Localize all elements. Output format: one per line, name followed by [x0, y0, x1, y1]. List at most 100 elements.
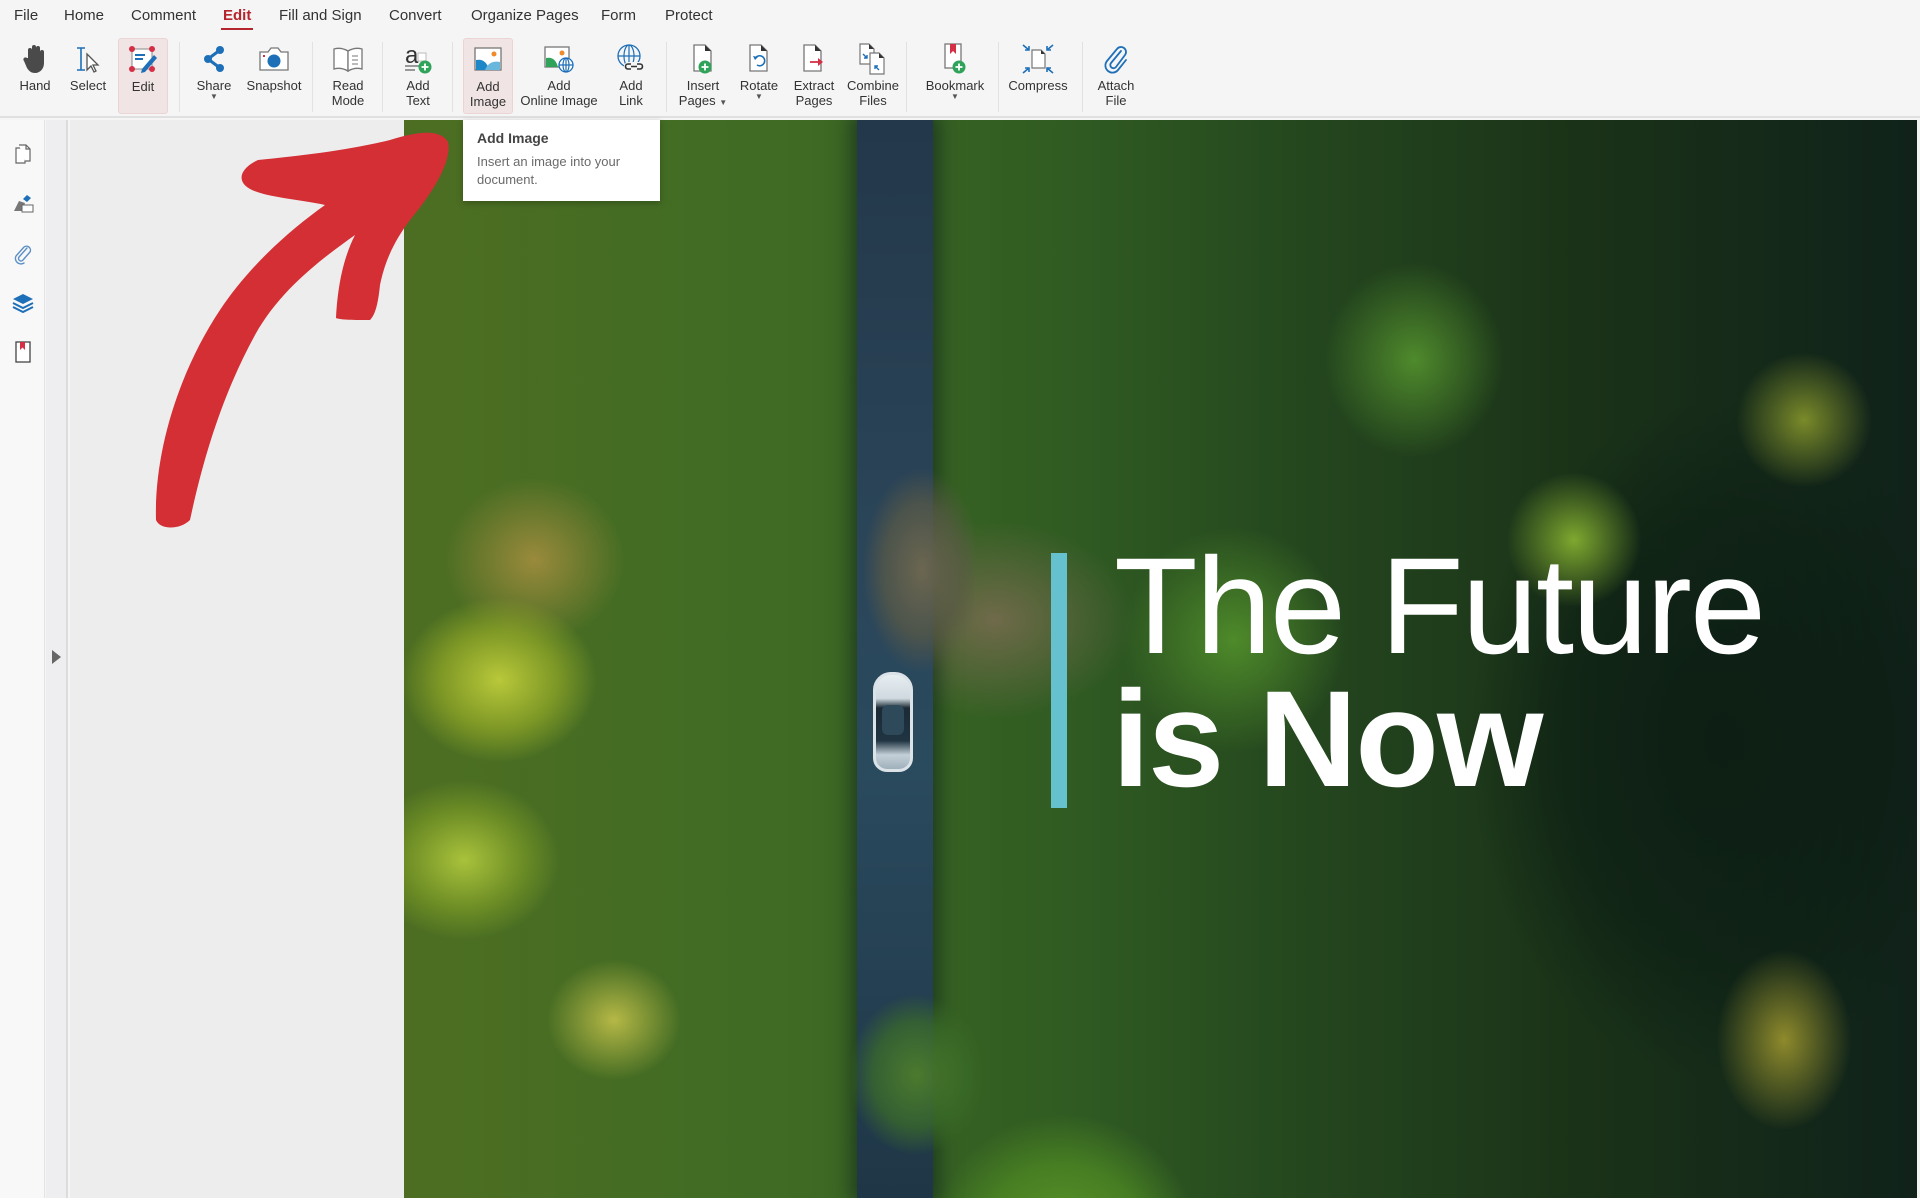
link-icon [613, 42, 649, 76]
tree-canopy [844, 450, 974, 690]
attach-file-button[interactable]: Attach File [1096, 38, 1136, 114]
menu-convert[interactable]: Convert [389, 7, 442, 24]
rotate-button[interactable]: Rotate ▼ [739, 38, 779, 114]
add-link-label-line2: Link [619, 93, 643, 108]
ribbon-separator [452, 42, 453, 112]
edit-pen-icon [125, 43, 161, 77]
add-text-label-line2: Text [406, 93, 430, 108]
ribbon-separator [666, 42, 667, 112]
combine-files-label-line2: Files [859, 93, 887, 108]
add-link-button[interactable]: Add Link [611, 38, 651, 114]
add-image-tooltip: Add Image Insert an image into your docu… [463, 120, 660, 201]
combine-files-label-line1: Combine [846, 78, 900, 93]
extract-pages-label-line2: Pages [795, 93, 833, 108]
combine-files-button[interactable]: Combine Files [846, 38, 900, 114]
snapshot-button[interactable]: Snapshot [244, 38, 304, 114]
online-image-icon [541, 42, 577, 76]
menu-comment[interactable]: Comment [131, 7, 196, 24]
menu-fill-and-sign[interactable]: Fill and Sign [279, 7, 362, 24]
attach-file-label-line2: File [1105, 93, 1127, 108]
bookmark-add-icon [937, 42, 973, 76]
add-text-icon: a [400, 42, 436, 76]
red-annotation-arrow-icon [155, 132, 449, 528]
compress-label: Compress [1008, 78, 1068, 93]
insert-pages-label-line1: Insert [686, 78, 720, 93]
document-page[interactable]: The Future is Now [404, 120, 1917, 1198]
read-mode-label: Read Mode [332, 78, 365, 108]
menu-home[interactable]: Home [64, 7, 104, 24]
insert-pages-label-line2: Pages [678, 93, 716, 108]
hand-icon [17, 42, 53, 76]
ribbon-separator [906, 42, 907, 112]
attachment-icon[interactable] [11, 242, 35, 266]
add-text-label-line1: Add [406, 78, 430, 93]
insert-pages-button[interactable]: Insert Pages ▼ [678, 38, 728, 114]
select-label: Select [69, 78, 107, 93]
add-image-button[interactable]: Add Image [463, 38, 513, 114]
menu-edit[interactable]: Edit [220, 7, 254, 30]
compress-icon [1020, 42, 1056, 76]
expand-panel-arrow-icon[interactable] [52, 650, 61, 664]
car-window [882, 705, 904, 735]
add-online-image-label: Add Online Image [520, 78, 597, 108]
select-cursor-icon [70, 42, 106, 76]
bookmark-dropdown-caret[interactable]: ▼ [951, 93, 959, 101]
headline-line1: The Future [1114, 530, 1766, 683]
ribbon-separator [998, 42, 999, 112]
signature-icon[interactable] [11, 192, 35, 216]
bookmark-label: Bookmark [925, 78, 985, 93]
menu-protect[interactable]: Protect [665, 7, 713, 24]
left-icon-rail [0, 120, 45, 1198]
add-image-label-line1: Add [476, 79, 500, 94]
extract-pages-label: Extract Pages [794, 78, 834, 108]
attach-file-label-line1: Attach [1097, 78, 1135, 93]
add-link-label-line1: Add [619, 78, 643, 93]
layers-icon[interactable] [11, 290, 35, 314]
share-dropdown-caret[interactable]: ▼ [210, 93, 218, 101]
book-icon [330, 42, 366, 76]
extract-page-icon [796, 42, 832, 76]
hand-label: Hand [19, 78, 51, 93]
menu-form[interactable]: Form [601, 7, 636, 24]
combine-files-label: Combine Files [847, 78, 899, 108]
select-button[interactable]: Select [66, 38, 110, 114]
add-link-label: Add Link [619, 78, 643, 108]
read-mode-button[interactable]: Read Mode [326, 38, 370, 114]
add-online-image-label-line2: Online Image [520, 93, 598, 108]
ribbon-separator [1082, 42, 1083, 112]
panel-collapse-strip [46, 120, 68, 1198]
combine-files-icon [855, 42, 891, 76]
paperclip-icon [1098, 42, 1134, 76]
extract-pages-label-line1: Extract [793, 78, 835, 93]
edit-label: Edit [131, 79, 155, 94]
rotate-dropdown-caret[interactable]: ▼ [755, 93, 763, 101]
add-online-image-button[interactable]: Add Online Image [520, 38, 598, 114]
menu-organize-pages[interactable]: Organize Pages [471, 7, 579, 24]
snapshot-label: Snapshot [246, 78, 302, 93]
extract-pages-button[interactable]: Extract Pages [791, 38, 837, 114]
edit-button[interactable]: Edit [118, 38, 168, 114]
headline-line2: is Now [1112, 663, 1544, 816]
image-icon [470, 43, 506, 77]
share-icon [196, 42, 232, 76]
insert-pages-label: Insert Pages ▼ [679, 78, 727, 108]
car [873, 672, 913, 772]
add-online-image-label-line1: Add [547, 78, 571, 93]
add-text-label: Add Text [406, 78, 430, 108]
add-text-button[interactable]: a Add Text [398, 38, 438, 114]
bookmark-button[interactable]: Bookmark ▼ [922, 38, 988, 114]
hand-button[interactable]: Hand [14, 38, 56, 114]
compress-button[interactable]: Compress [1006, 38, 1070, 114]
read-mode-label-line1: Read [332, 78, 364, 93]
ribbon-toolbar: Hand Select Edit Share ▼ Snapshot Read Mo… [0, 34, 1920, 118]
ribbon-separator [312, 42, 313, 112]
ribbon-separator [179, 42, 180, 112]
bookmark-icon[interactable] [11, 340, 35, 364]
insert-pages-dropdown-caret[interactable]: ▼ [719, 98, 727, 107]
menu-file[interactable]: File [14, 7, 38, 24]
insert-page-icon [685, 42, 721, 76]
share-button[interactable]: Share ▼ [194, 38, 234, 114]
pages-icon[interactable] [11, 142, 35, 166]
read-mode-label-line2: Mode [331, 93, 365, 108]
tooltip-body: Insert an image into your document. [477, 154, 621, 187]
